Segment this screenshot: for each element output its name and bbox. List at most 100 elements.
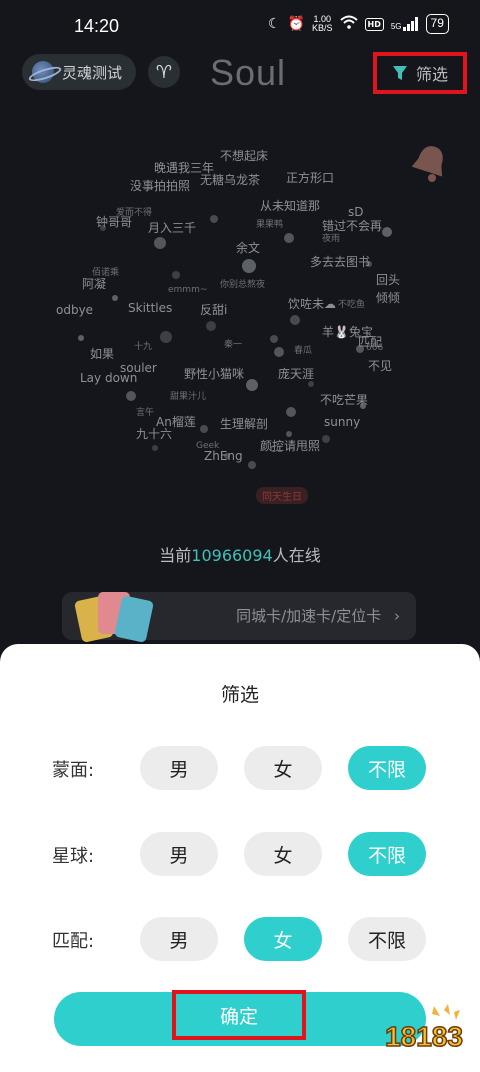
user-avatar-dot[interactable]	[200, 425, 208, 433]
planet-user-label[interactable]: 十九	[134, 339, 152, 352]
planet-user-label[interactable]: 庞天涯	[278, 365, 314, 382]
planet-user-label[interactable]: Skittles	[128, 301, 172, 315]
status-bar: 14:20 ☾ ⏰ 1.00 KB/S HD 5G 79	[0, 0, 480, 56]
user-avatar-dot[interactable]	[126, 391, 136, 401]
planet-user-label[interactable]: 多去去图书	[310, 253, 370, 270]
planet-user-label[interactable]: 倾倾	[376, 289, 400, 306]
planet-user-label[interactable]: 饮咗未☁	[288, 295, 336, 312]
confirm-button[interactable]: 确定	[54, 990, 426, 1046]
user-avatar-dot[interactable]	[290, 315, 300, 325]
planet-user-label[interactable]: 生理解剖	[220, 415, 268, 432]
card-banner-text: 同城卡/加速卡/定位卡 ›	[236, 605, 400, 626]
user-avatar-dot[interactable]	[172, 271, 180, 279]
option-male[interactable]: 男	[140, 832, 218, 876]
planet-user-label[interactable]: 反甜i	[200, 301, 227, 318]
planet-user-label[interactable]: 秦一	[224, 337, 242, 350]
planet-user-label[interactable]: 夜雨	[322, 231, 340, 244]
user-avatar-dot[interactable]	[322, 435, 330, 443]
planet-user-label[interactable]: emmm~	[168, 285, 207, 295]
user-avatar-dot[interactable]	[78, 335, 84, 341]
user-avatar-dot[interactable]	[210, 215, 218, 223]
user-avatar-dot[interactable]	[246, 379, 258, 391]
filter-label: 筛选	[415, 65, 448, 84]
planet-user-label[interactable]: 言午	[136, 405, 154, 418]
planet-user-label[interactable]: 从未知道那	[260, 197, 320, 214]
planet-user-label[interactable]: 没事拍拍照	[130, 177, 190, 194]
option-any[interactable]: 不限	[348, 832, 426, 876]
user-avatar-dot[interactable]	[152, 445, 158, 451]
planet-user-label[interactable]: 不吃芒果	[320, 391, 368, 408]
option-male[interactable]: 男	[140, 917, 218, 961]
planet-user-label[interactable]: 无糖乌龙茶	[200, 171, 260, 188]
option-female[interactable]: 女	[244, 746, 322, 790]
user-avatar-dot[interactable]	[286, 407, 296, 417]
zodiac-aries-button[interactable]: ♈	[148, 56, 180, 88]
option-male[interactable]: 男	[140, 746, 218, 790]
user-avatar-dot[interactable]	[274, 347, 284, 357]
user-avatar-dot[interactable]	[270, 335, 278, 343]
row-label-planet: 星球:	[52, 846, 95, 867]
filter-button[interactable]: 筛选	[373, 52, 467, 94]
user-avatar-dot[interactable]	[160, 331, 172, 343]
planet-user-label[interactable]: CC	[270, 445, 283, 455]
planet-user-label[interactable]: 同天生日	[256, 487, 308, 504]
option-female[interactable]: 女	[244, 832, 322, 876]
planet-user-label[interactable]: 九十六	[136, 425, 172, 442]
planet-user-label[interactable]: ZhEng	[204, 449, 243, 463]
user-avatar-dot[interactable]	[248, 461, 256, 469]
user-avatar-dot[interactable]	[154, 237, 166, 249]
planet-user-label[interactable]: 余文	[236, 239, 260, 256]
online-prefix: 当前	[159, 546, 192, 565]
filter-row-mask: 蒙面: 男 女 不限	[0, 746, 480, 790]
planet-user-label[interactable]: 如果	[90, 345, 114, 362]
user-avatar-dot[interactable]	[242, 259, 256, 273]
top-bar: 灵魂测试 ♈ Soul 筛选	[0, 52, 480, 94]
online-count-text: 当前10966094人在线	[0, 542, 480, 566]
row-label-match: 匹配:	[52, 931, 95, 952]
online-suffix: 人在线	[272, 546, 321, 565]
planet-user-label[interactable]: 不想起床	[220, 147, 268, 164]
planet-user-label[interactable]: 不吃鱼	[338, 297, 365, 310]
user-avatar-dot[interactable]	[206, 321, 216, 331]
soul-test-button[interactable]: 灵魂测试	[22, 54, 137, 90]
user-avatar-dot[interactable]	[284, 233, 294, 243]
user-avatar-dot[interactable]	[112, 295, 118, 301]
card-banner-label: 同城卡/加速卡/定位卡	[236, 607, 382, 625]
planet-user-label[interactable]: 匹配	[358, 333, 382, 350]
option-female[interactable]: 女	[244, 917, 322, 961]
planet-user-label[interactable]: 不见	[368, 357, 392, 374]
filter-row-planet: 星球: 男 女 不限	[0, 832, 480, 876]
planet-user-label[interactable]: 钟哥哥	[96, 213, 132, 230]
watermark-text: 18183	[385, 1021, 463, 1052]
alarm-icon: ⏰	[287, 16, 305, 32]
status-time: 14:20	[74, 16, 120, 36]
filter-row-match: 匹配: 男 女 不限	[0, 917, 480, 961]
planet-user-label[interactable]: odbye	[56, 303, 93, 317]
planet-user-label[interactable]: 阿凝	[82, 275, 106, 292]
chevron-right-icon: ›	[394, 607, 400, 625]
planet-user-label[interactable]: 月入三千	[148, 219, 196, 236]
option-any[interactable]: 不限	[348, 746, 426, 790]
planet-user-label[interactable]: 果果鸭	[256, 217, 283, 230]
soul-test-label: 灵魂测试	[62, 63, 123, 82]
planet-user-label[interactable]: 你别总熬夜	[220, 277, 265, 290]
card-banner[interactable]: 同城卡/加速卡/定位卡 ›	[62, 592, 416, 643]
battery-indicator: 79	[425, 14, 449, 34]
soul-planet[interactable]: 不想起床 晚遇我三年 无糖乌龙茶 正方形口 没事拍拍照 爱而不得 钟哥哥 月入三千 从未知道那 s…	[56, 135, 440, 515]
cell-signal-icon: 5G	[391, 17, 419, 31]
planet-user-label[interactable]: Lay down	[80, 371, 137, 385]
planet-user-label[interactable]: 甜果汁儿	[170, 389, 206, 402]
option-any[interactable]: 不限	[348, 917, 426, 961]
user-avatar-dot[interactable]	[382, 227, 392, 237]
net-speed-unit: KB/S	[312, 23, 333, 33]
online-count: 10966094	[191, 546, 273, 565]
cards-illustration	[73, 588, 155, 644]
planet-user-label[interactable]: 野性小猫咪	[184, 365, 244, 382]
planet-user-label[interactable]: sunny	[324, 415, 360, 429]
planet-user-label[interactable]: 颜控请甩照	[260, 437, 320, 454]
net-speed: 1.00 KB/S	[312, 15, 333, 33]
confirm-label: 确定	[172, 990, 306, 1040]
planet-user-label[interactable]: 回头	[376, 271, 400, 288]
planet-user-label[interactable]: 正方形口	[286, 169, 334, 186]
planet-user-label[interactable]: 春瓜	[294, 343, 312, 356]
